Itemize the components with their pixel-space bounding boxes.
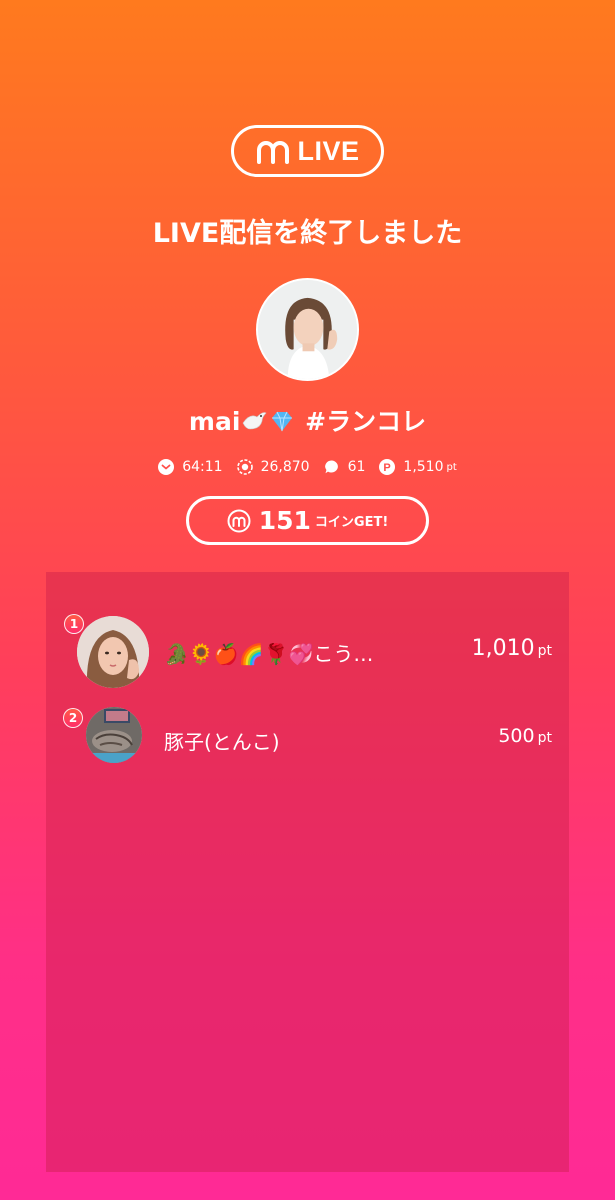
ranking-name-2: 豚子(とんこ) bbox=[164, 730, 280, 754]
dove-icon bbox=[243, 412, 267, 430]
ranking-points-unit-2: pt bbox=[537, 730, 552, 746]
streamer-name: mai #ランコレ bbox=[0, 402, 615, 438]
coin-get-badge: 151 コインGET! bbox=[186, 496, 429, 545]
stat-viewers-value: 26,870 bbox=[260, 459, 310, 475]
coin-count: 151 bbox=[258, 506, 311, 535]
m-logo-icon bbox=[257, 141, 290, 164]
page-title: LIVE配信を終了しました bbox=[152, 218, 463, 249]
streamer-hashtag: #ランコレ bbox=[305, 407, 427, 436]
live-logo: LIVE bbox=[231, 125, 384, 177]
stat-comments-value: 61 bbox=[347, 459, 366, 475]
stat-points-value: 1,510 bbox=[403, 459, 444, 475]
ranking-points-2: 500 pt bbox=[498, 725, 552, 747]
stat-duration-value: 64:11 bbox=[182, 459, 223, 475]
ranking-panel: 1 🐊🌻🍎🌈🌹💞こう… 1,010 pt 2 豚子(とんこ) 500 pt bbox=[46, 572, 569, 1172]
comment-icon bbox=[324, 460, 338, 474]
coin-icon bbox=[227, 509, 251, 532]
stat-duration: 64:11 bbox=[158, 459, 223, 475]
svg-text:P: P bbox=[384, 462, 391, 474]
stat-points-unit: pt bbox=[446, 461, 457, 473]
ranking-row-2[interactable]: 2 豚子(とんこ) 500 pt bbox=[46, 706, 569, 766]
streamer-avatar bbox=[256, 278, 359, 381]
ranking-row-1[interactable]: 1 🐊🌻🍎🌈🌹💞こう… 1,010 pt bbox=[46, 614, 569, 690]
rank-badge-1: 1 bbox=[64, 614, 84, 634]
ranking-avatar-1[interactable] bbox=[77, 616, 149, 688]
stat-points: P 1,510 pt bbox=[379, 459, 457, 475]
streamer-name-prefix: mai bbox=[188, 407, 241, 436]
gem-icon bbox=[272, 411, 293, 432]
stat-viewers: 26,870 bbox=[236, 459, 310, 475]
coin-label: コインGET! bbox=[314, 515, 389, 530]
ranking-points-1: 1,010 pt bbox=[472, 636, 552, 661]
stats-bar: 64:11 26,870 61 P 1,510 pt bbox=[0, 456, 615, 478]
points-icon: P bbox=[379, 459, 396, 475]
logo-text: LIVE bbox=[297, 135, 360, 166]
ranking-name-1: 🐊🌻🍎🌈🌹💞こう… bbox=[164, 642, 374, 666]
stat-comments: 61 bbox=[324, 459, 366, 475]
ranking-points-unit-1: pt bbox=[537, 643, 552, 659]
ranking-points-value-2: 500 bbox=[498, 725, 535, 747]
rank-badge-2: 2 bbox=[63, 708, 83, 728]
viewers-icon bbox=[236, 459, 253, 475]
ranking-points-value-1: 1,010 bbox=[471, 636, 535, 661]
clock-icon bbox=[158, 459, 175, 475]
ranking-avatar-2[interactable] bbox=[86, 707, 142, 763]
